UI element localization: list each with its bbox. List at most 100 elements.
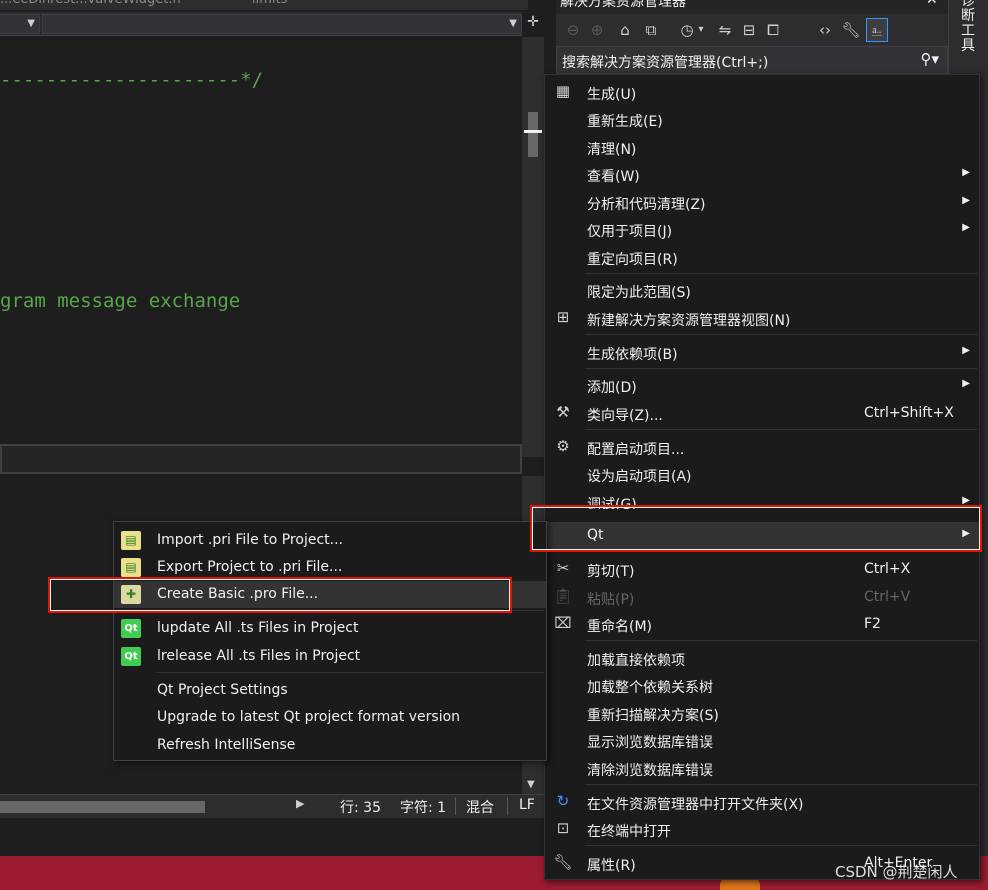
line-ending-indicator[interactable]: LF [519, 797, 535, 813]
menu-item-cut[interactable]: ✂ 剪切(T) Ctrl+X [545, 556, 979, 583]
output-input-box[interactable] [0, 444, 522, 474]
submenu-item-lupdate[interactable]: Qt lupdate All .ts Files in Project [114, 615, 546, 642]
menu-item-open-in-explorer[interactable]: ↻ 在文件资源管理器中打开文件夹(X) [545, 789, 979, 816]
menu-item-retarget[interactable]: 重定向项目(R) [545, 244, 979, 271]
code-line-comment-text: gram message exchange [0, 290, 241, 312]
menu-item-show-browse-errors[interactable]: 显示浏览数据库错误 [545, 727, 979, 754]
menu-separator [585, 845, 977, 846]
menu-item-load-direct-deps[interactable]: 加载直接依赖项 [545, 645, 979, 672]
qt-menu-highlight-box [530, 505, 982, 552]
menu-item-clear-browse-errors[interactable]: 清除浏览数据库错误 [545, 755, 979, 782]
submenu-item-qt-project-settings[interactable]: Qt Project Settings [114, 677, 546, 704]
menu-item-project-only[interactable]: 仅用于项目(J) ▶ [545, 216, 979, 243]
menu-separator [585, 273, 977, 274]
code-line-comment-dashes: ---------------------*/ [0, 69, 264, 91]
context-menu: ▦ 生成(U) 重新生成(E) 清理(N) 查看(W) ▶ 分析和代码清理(Z) ▶ … [544, 74, 980, 880]
chevron-down-icon[interactable]: ▾ [694, 18, 708, 42]
tab-valvewidget[interactable]: ...eeDihrest...valveWidget.h [0, 0, 181, 10]
code-editor[interactable]: ---------------------*/ gram message exc… [0, 37, 522, 442]
new-view-icon: ⊞ [556, 308, 570, 326]
menu-item-build[interactable]: ▦ 生成(U) [545, 79, 979, 106]
menu-separator [585, 429, 977, 430]
scissors-icon: ✂ [556, 559, 570, 577]
submenu-item-import-pri[interactable]: ▤ Import .pri File to Project... [114, 527, 546, 554]
submenu-item-refresh-intellisense[interactable]: Refresh IntelliSense [114, 732, 546, 759]
bottom-panel [0, 818, 544, 856]
submenu-arrow-icon: ▶ [962, 345, 970, 356]
menu-item-new-explorer-view[interactable]: ⊞ 新建解决方案资源管理器视图(N) [545, 305, 979, 332]
menu-item-rename[interactable]: ⌧ 重命名(M) F2 [545, 611, 979, 638]
editor-navigation-bar: ▼ ▼ [0, 12, 522, 36]
menu-item-analyze[interactable]: 分析和代码清理(Z) ▶ [545, 189, 979, 216]
menu-separator [585, 640, 977, 641]
horizontal-scrollbar-thumb[interactable] [0, 801, 205, 813]
diagnostic-tools-label: 诊断工具 [961, 0, 975, 54]
menu-item-load-dep-tree[interactable]: 加载整个依赖关系树 [545, 672, 979, 699]
menu-item-build-dependencies[interactable]: 生成依赖项(B) ▶ [545, 339, 979, 366]
menu-item-scope-to-this[interactable]: 限定为此范围(S) [545, 277, 979, 304]
sync-active-document-icon[interactable]: ⇋ [714, 18, 736, 42]
back-icon[interactable]: ⊖ [562, 18, 584, 42]
member-dropdown[interactable]: ▼ [42, 14, 522, 34]
search-input[interactable]: 搜索解决方案资源管理器(Ctrl+;) [562, 52, 768, 72]
build-icon: ▦ [555, 82, 571, 100]
menu-item-set-startup[interactable]: 设为启动项目(A) [545, 461, 979, 488]
menu-item-view[interactable]: 查看(W) ▶ [545, 161, 979, 188]
solution-explorer-search[interactable]: 搜索解决方案资源管理器(Ctrl+;) ⚲▾ [556, 46, 948, 74]
scroll-down-icon[interactable]: ▼ [527, 779, 535, 790]
collapse-all-icon[interactable]: ⊟ [738, 18, 760, 42]
tab-limits[interactable]: limits [252, 0, 287, 10]
rename-icon: ⌧ [554, 614, 572, 632]
submenu-arrow-icon: ▶ [962, 167, 970, 178]
view-code-icon[interactable]: ‹› [814, 18, 836, 42]
close-icon[interactable]: ✕ [926, 0, 938, 8]
menu-item-paste[interactable]: 📋︎ 粘贴(P) Ctrl+V [545, 584, 979, 611]
qt-submenu: ▤ Import .pri File to Project... ▤ Export … [113, 521, 547, 761]
menu-item-rescan-solution[interactable]: 重新扫描解决方案(S) [545, 700, 979, 727]
export-pri-icon: ▤ [121, 558, 141, 577]
menu-item-open-in-terminal[interactable]: ⊡ 在终端中打开 [545, 816, 979, 843]
menu-item-clean[interactable]: 清理(N) [545, 134, 979, 161]
menu-item-class-wizard[interactable]: ⚒ 类向导(Z)... Ctrl+Shift+X [545, 400, 979, 427]
status-divider [455, 797, 456, 815]
menu-item-rebuild[interactable]: 重新生成(E) [545, 106, 979, 133]
menu-separator [585, 368, 977, 369]
scope-dropdown[interactable]: ▼ [0, 14, 40, 34]
watermark: CSDN @荆楚闲人 [835, 863, 958, 881]
forward-icon[interactable]: ⊕ [586, 18, 608, 42]
char-indicator[interactable]: 字符: 1 [400, 797, 446, 817]
split-editor-icon[interactable]: ✛ [524, 14, 542, 34]
submenu-arrow-icon: ▶ [962, 195, 970, 206]
import-pri-icon: ▤ [121, 531, 141, 550]
line-indicator[interactable]: 行: 35 [340, 797, 381, 817]
menu-separator [585, 784, 977, 785]
paste-icon: 📋︎ [553, 587, 573, 605]
show-all-files-icon[interactable]: ⧠ [762, 18, 784, 42]
caret-position-marker [524, 130, 542, 133]
solution-explorer-toolbar: ⊖ ⊕ ⌂ ⧉ ◷ ▾ ⇋ ⊟ ⧠ ‹› 🔧︎ ⎁ [556, 14, 948, 46]
terminal-icon: ⊡ [556, 819, 570, 837]
submenu-arrow-icon: ▶ [962, 378, 970, 389]
submenu-item-lrelease[interactable]: Qt lrelease All .ts Files in Project [114, 643, 546, 670]
scroll-right-icon[interactable]: ▶ [296, 797, 304, 810]
whitespace-mode-indicator[interactable]: 混合 [466, 797, 494, 817]
editor-status-bar: ▶ 行: 35 字符: 1 混合 LF [0, 794, 544, 818]
chevron-down-icon: ▼ [27, 18, 35, 29]
refresh-folder-icon: ↻ [556, 792, 570, 810]
submenu-item-upgrade-format[interactable]: Upgrade to latest Qt project format vers… [114, 704, 546, 731]
chevron-down-icon: ▼ [509, 18, 517, 29]
create-pro-highlight-box [48, 577, 512, 613]
menu-item-configure-startup[interactable]: ⚙ 配置启动项目... [545, 434, 979, 461]
vs-switch-views-icon[interactable]: ⧉ [640, 18, 662, 42]
search-icon[interactable]: ⚲▾ [920, 50, 939, 68]
editor-tab-bar: ...eeDihrest...valveWidget.h limits [0, 0, 528, 10]
menu-item-add[interactable]: 添加(D) ▶ [545, 372, 979, 399]
preview-selected-items-icon[interactable]: ⎁ [866, 18, 888, 42]
properties-wrench-icon[interactable]: 🔧︎ [840, 18, 862, 42]
menu-separator [585, 334, 977, 335]
submenu-arrow-icon: ▶ [962, 222, 970, 233]
home-icon[interactable]: ⌂ [614, 18, 636, 42]
class-wizard-icon: ⚒ [556, 403, 570, 421]
scrollbar-thumb[interactable] [528, 112, 538, 157]
editor-vertical-scrollbar[interactable] [522, 37, 544, 457]
